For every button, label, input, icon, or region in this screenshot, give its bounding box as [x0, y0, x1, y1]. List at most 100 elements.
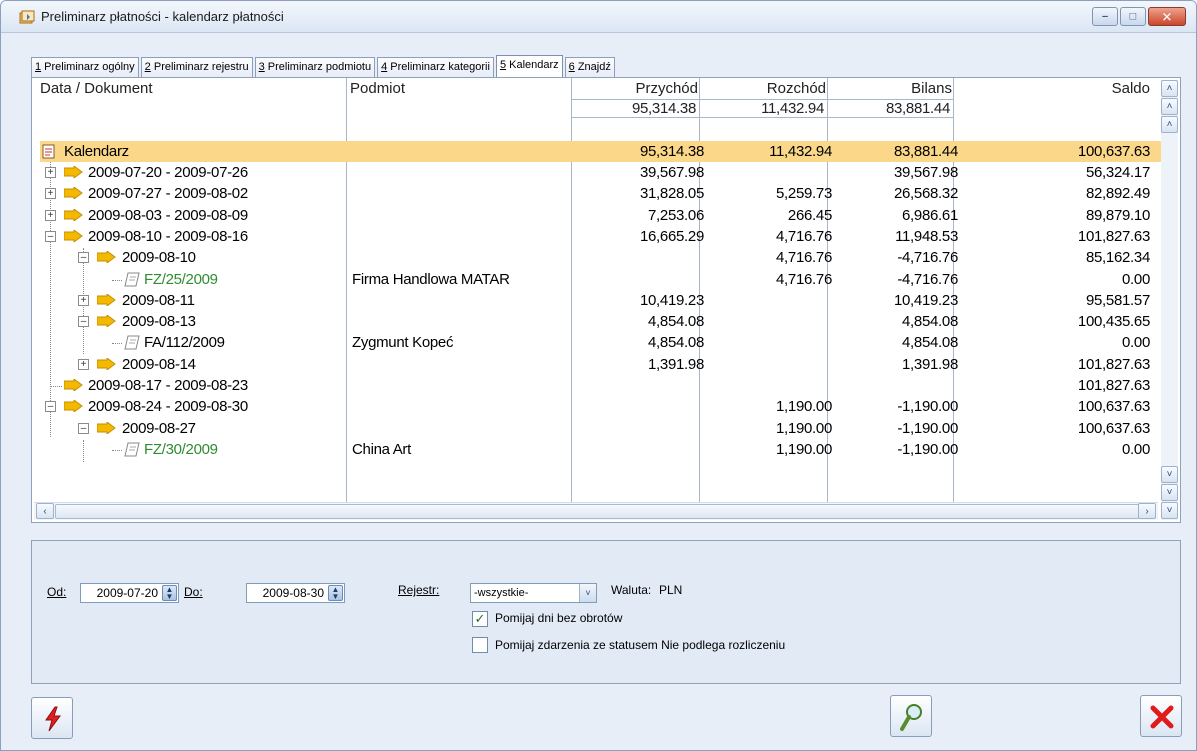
table-row[interactable]: + 2009-08-14 1,391.98 1,391.98 101,827.6…: [40, 354, 1176, 375]
close-button[interactable]: [1140, 695, 1182, 737]
table-row[interactable]: + 2009-07-27 - 2009-08-02 31,828.05 5,25…: [40, 183, 1176, 204]
tree-line: [112, 343, 122, 345]
scroll-right-button[interactable]: ›: [1138, 503, 1156, 519]
pomijaj-zdarzenia-checkbox[interactable]: [472, 637, 488, 653]
header-podmiot[interactable]: Podmiot: [350, 80, 405, 97]
table-row[interactable]: + 2009-08-11 10,419.23 10,419.23 95,581.…: [40, 290, 1176, 311]
header-bilans[interactable]: Bilans: [828, 80, 952, 97]
execute-button[interactable]: [31, 697, 73, 739]
tab-preliminarz-kategorii[interactable]: 4 Preliminarz kategorii: [377, 57, 494, 77]
cell-bilans: 39,567.98: [893, 164, 958, 181]
do-label: Do:: [184, 585, 203, 599]
collapse-icon[interactable]: –: [78, 422, 89, 434]
tree-label: 2009-08-03 - 2009-08-09: [88, 206, 248, 224]
table-row[interactable]: FZ/25/2009 Firma Handlowa MATAR 4,716.76…: [40, 269, 1176, 290]
scroll-left-button[interactable]: ‹: [36, 503, 54, 519]
table-row[interactable]: FZ/30/2009 China Art 1,190.00 -1,190.00 …: [40, 439, 1176, 460]
header-saldo[interactable]: Saldo: [954, 80, 1150, 97]
maximize-icon: □: [1129, 10, 1137, 22]
scroll-page-down-button[interactable]: ˅: [1161, 484, 1178, 501]
scroll-thumb[interactable]: [55, 504, 1139, 519]
calendar-icon: [42, 144, 55, 159]
tree-label: FZ/30/2009: [144, 440, 218, 458]
cell-przychod: [580, 396, 704, 417]
rejestr-select[interactable]: -wszystkie- ˅: [470, 583, 597, 603]
scroll-up-button[interactable]: ˄: [1161, 116, 1178, 133]
tree-label: 2009-08-11: [122, 291, 195, 309]
table-row[interactable]: FA/112/2009 Zygmunt Kopeć 4,854.08 4,854…: [40, 332, 1176, 353]
scroll-bottom-button[interactable]: ˅: [1161, 502, 1178, 519]
cell-rozchod: 1,190.00: [776, 419, 832, 437]
total-przychod: 95,314.38: [572, 99, 700, 118]
search-button[interactable]: [890, 695, 932, 737]
tab-znajdz[interactable]: 6 Znajdź: [564, 57, 615, 77]
minimize-button[interactable]: –: [1092, 7, 1118, 26]
table-row[interactable]: – 2009-08-27 1,190.00 -1,190.00 100,637.…: [40, 418, 1176, 439]
do-spin-button[interactable]: ▲ ▼: [328, 585, 343, 601]
pomijaj-dni-label[interactable]: Pomijaj dni bez obrotów: [495, 611, 622, 625]
table-row[interactable]: – 2009-08-13 4,854.08 4,854.08 100,435.6…: [40, 311, 1176, 332]
table-row[interactable]: + 2009-08-03 - 2009-08-09 7,253.06 266.4…: [40, 205, 1176, 226]
cell-rozchod: 4,716.76: [776, 249, 832, 267]
scroll-page-up-button[interactable]: ˄: [1161, 98, 1178, 115]
horizontal-scrollbar[interactable]: ‹ ›: [34, 502, 1158, 520]
tab-label: Kalendarz: [506, 59, 559, 71]
pomijaj-dni-checkbox[interactable]: ✓: [472, 611, 488, 627]
collapse-icon[interactable]: –: [45, 230, 56, 242]
cell-przychod: 39,567.98: [639, 164, 704, 181]
close-window-button[interactable]: ✕: [1148, 7, 1186, 26]
cell-rozchod: [708, 311, 832, 332]
table-row[interactable]: – 2009-08-10 4,716.76 -4,716.76 85,162.3…: [40, 247, 1176, 268]
folder-arrow-icon: [97, 251, 116, 264]
cell-przychod: 4,854.08: [648, 334, 704, 352]
table-row[interactable]: + 2009-07-20 - 2009-07-26 39,567.98 39,5…: [40, 162, 1176, 183]
tree-label: 2009-08-24 - 2009-08-30: [88, 398, 248, 416]
do-date-input[interactable]: 2009-08-30 ▲ ▼: [246, 583, 345, 603]
header-rozchod[interactable]: Rozchód: [700, 80, 826, 97]
folder-arrow-icon: [97, 293, 116, 306]
scroll-down-button[interactable]: ˅: [1161, 466, 1178, 483]
tab-preliminarz-ogolny[interactable]: 1 Preliminarz ogólny: [31, 57, 139, 77]
document-icon: [124, 442, 140, 457]
table-row[interactable]: 2009-08-17 - 2009-08-23 101,827.63: [40, 375, 1176, 396]
close-x-icon: [1150, 705, 1174, 729]
calendar-tree-grid[interactable]: Data / Dokument Podmiot Przychód Rozchód…: [31, 77, 1181, 523]
expand-icon[interactable]: +: [78, 358, 89, 370]
scroll-top-button[interactable]: ˄: [1161, 80, 1178, 97]
expand-icon[interactable]: +: [78, 294, 89, 306]
tab-preliminarz-podmiotu[interactable]: 3 Preliminarz podmiotu: [254, 57, 376, 77]
od-spin-button[interactable]: ▲ ▼: [162, 585, 177, 601]
cell-rozchod: 1,190.00: [776, 398, 832, 416]
total-rozchod: 11,432.94: [700, 99, 828, 118]
pomijaj-zdarzenia-label[interactable]: Pomijaj zdarzenia ze statusem Nie podleg…: [495, 638, 785, 652]
od-date-input[interactable]: 2009-07-20 ▲ ▼: [80, 583, 179, 603]
table-row[interactable]: Kalendarz 95,314.38 11,432.94 83,881.44 …: [40, 141, 1176, 163]
collapse-icon[interactable]: –: [78, 316, 89, 328]
collapse-icon[interactable]: –: [45, 401, 56, 413]
cell-saldo: 101,827.63: [1077, 377, 1150, 394]
table-row[interactable]: – 2009-08-10 - 2009-08-16 16,665.29 4,71…: [40, 226, 1176, 247]
app-icon: [19, 10, 35, 24]
chevron-right-icon: ›: [1145, 506, 1149, 517]
header-przychod[interactable]: Przychód: [572, 80, 698, 97]
header-data-dokument[interactable]: Data / Dokument: [40, 80, 153, 97]
chevron-down-icon[interactable]: ˅: [579, 584, 596, 602]
expand-icon[interactable]: +: [45, 209, 56, 221]
table-row[interactable]: – 2009-08-24 - 2009-08-30 1,190.00 -1,19…: [40, 396, 1176, 417]
tab-kalendarz[interactable]: 5 Kalendarz: [495, 55, 563, 77]
cell-rozchod: [708, 332, 832, 353]
cell-bilans: -4,716.76: [897, 249, 958, 267]
minimize-icon: –: [1101, 10, 1109, 22]
tab-preliminarz-rejestru[interactable]: 2 Preliminarz rejestru: [140, 57, 253, 77]
collapse-icon[interactable]: –: [78, 252, 89, 264]
rejestr-label: Rejestr:: [398, 583, 440, 597]
expand-icon[interactable]: +: [45, 188, 56, 200]
folder-arrow-icon: [64, 379, 83, 391]
vertical-scrollbar[interactable]: ˄ ˄ ˄ ˅ ˅ ˅: [1161, 80, 1178, 520]
tab-label: Preliminarz podmiotu: [264, 61, 372, 73]
cell-bilans: -1,190.00: [897, 419, 958, 437]
maximize-button[interactable]: □: [1120, 7, 1146, 26]
tree-label: 2009-08-13: [122, 313, 196, 331]
expand-icon[interactable]: +: [45, 167, 56, 178]
cell-przychod: [580, 439, 704, 460]
